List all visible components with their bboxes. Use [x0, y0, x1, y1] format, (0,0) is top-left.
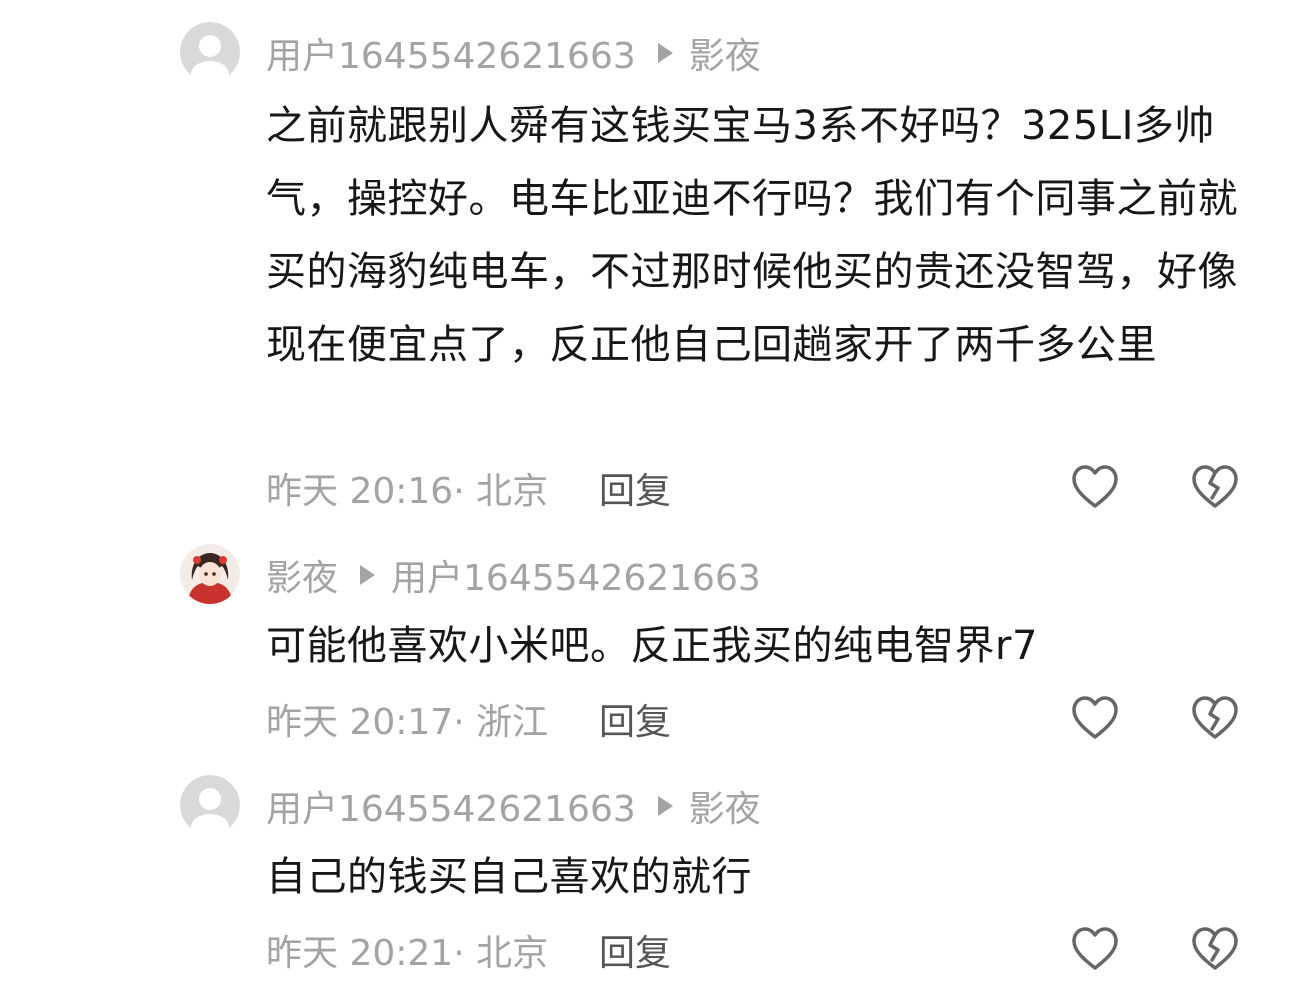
reply-to-name[interactable]: 用户1645542621663 — [391, 549, 761, 601]
comment-time-location: 昨天 20:17· 浙江 — [266, 702, 549, 743]
heart-outline-icon — [1072, 927, 1118, 970]
comment-time-location: 昨天 20:16· 北京 — [266, 471, 549, 512]
broken-heart-outline-icon — [1192, 696, 1238, 739]
default-user-avatar-icon — [180, 775, 240, 835]
author-name[interactable]: 影夜 — [266, 549, 338, 601]
dislike-button[interactable] — [1190, 693, 1240, 743]
author-line: 用户1645542621663 影夜 — [266, 28, 761, 78]
broken-heart-outline-icon — [1192, 465, 1238, 508]
author-name[interactable]: 用户1645542621663 — [266, 780, 636, 832]
broken-heart-outline-icon — [1192, 927, 1238, 970]
dislike-button[interactable] — [1190, 924, 1240, 974]
heart-outline-icon — [1072, 696, 1118, 739]
reply-button[interactable]: 回复 — [599, 925, 671, 975]
author-line: 用户1645542621663 影夜 — [266, 781, 761, 831]
triangle-right-icon — [360, 565, 376, 585]
avatar[interactable] — [180, 544, 240, 604]
reply-button[interactable]: 回复 — [599, 694, 671, 744]
heart-outline-icon — [1072, 465, 1118, 508]
comment-text: 可能他喜欢小米吧。反正我买的纯电智界r7 — [266, 623, 1038, 669]
reply-to-name[interactable]: 影夜 — [689, 27, 761, 79]
comment-time-location: 昨天 20:21· 北京 — [266, 933, 549, 974]
triangle-right-icon — [657, 796, 673, 816]
triangle-right-icon — [657, 43, 673, 63]
reply-to-name[interactable]: 影夜 — [689, 780, 761, 832]
anime-girl-avatar-icon — [180, 544, 240, 604]
author-name[interactable]: 用户1645542621663 — [266, 27, 636, 79]
comment-text: 自己的钱买自己喜欢的就行 — [266, 854, 752, 900]
like-button[interactable] — [1070, 462, 1120, 512]
like-button[interactable] — [1070, 924, 1120, 974]
author-line: 影夜 用户1645542621663 — [266, 550, 761, 600]
avatar[interactable] — [180, 22, 240, 82]
dislike-button[interactable] — [1190, 462, 1240, 512]
reply-button[interactable]: 回复 — [599, 463, 671, 513]
default-user-avatar-icon — [180, 22, 240, 82]
avatar[interactable] — [180, 775, 240, 835]
like-button[interactable] — [1070, 693, 1120, 743]
comment-text: 之前就跟别人舜有这钱买宝马3系不好吗？325LI多帅气，操控好。电车比亚迪不行吗… — [266, 103, 1238, 368]
